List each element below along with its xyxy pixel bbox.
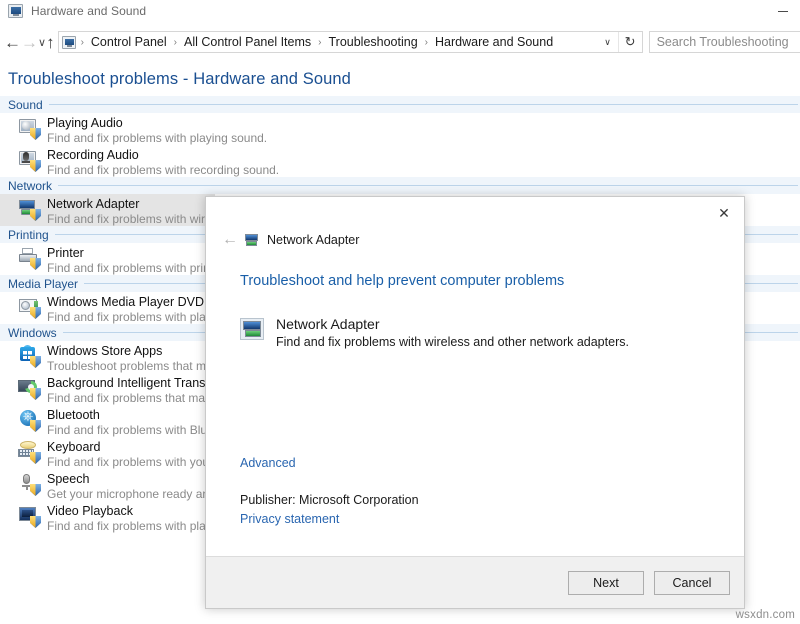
dialog-program-name: Network Adapter <box>276 315 629 333</box>
breadcrumb-separator: › <box>76 37 89 48</box>
advanced-link[interactable]: Advanced <box>240 456 296 470</box>
breadcrumb: › Control Panel › All Control Panel Item… <box>76 35 598 49</box>
close-icon[interactable]: ✕ <box>710 201 738 225</box>
list-item-title: Keyboard <box>47 440 213 455</box>
address-bar[interactable]: › Control Panel › All Control Panel Item… <box>58 31 643 53</box>
section-header-sound: Sound <box>0 96 800 113</box>
video-playback-icon <box>18 505 40 527</box>
breadcrumb-separator: › <box>169 37 182 48</box>
back-button[interactable]: ← <box>4 29 21 55</box>
dialog-body: Troubleshoot and help prevent computer p… <box>206 255 744 556</box>
list-item-title: Printer <box>47 246 213 261</box>
network-adapter-icon <box>18 198 40 220</box>
list-item-recording-audio[interactable]: Recording Audio Find and fix problems wi… <box>0 145 800 177</box>
list-item-description: Get your microphone ready and <box>47 487 216 502</box>
printer-icon <box>18 247 40 269</box>
search-input[interactable]: Search Troubleshooting <box>649 31 800 53</box>
media-player-dvd-icon <box>18 296 40 318</box>
list-item-title: Playing Audio <box>47 116 267 131</box>
section-divider <box>49 104 798 105</box>
list-item-title: Windows Media Player DVD <box>47 295 214 310</box>
list-item-description: Find and fix problems that may <box>47 391 220 406</box>
recording-audio-icon <box>18 149 40 171</box>
breadcrumb-item-troubleshooting[interactable]: Troubleshooting <box>326 35 419 49</box>
navigation-bar: ← → ∨ ↑ › Control Panel › All Control Pa… <box>0 27 800 57</box>
list-item-description: Find and fix problems with your <box>47 455 213 470</box>
title-bar: Hardware and Sound <box>0 0 800 22</box>
list-item-title: Bluetooth <box>47 408 217 423</box>
list-item-title: Windows Store Apps <box>47 344 213 359</box>
up-button[interactable]: ↑ <box>46 29 55 55</box>
dialog-nav: ← Network Adapter <box>206 225 744 255</box>
window-title: Hardware and Sound <box>31 4 146 18</box>
dialog-program-row: Network Adapter Find and fix problems wi… <box>240 315 710 351</box>
list-item-description: Find and fix problems with playi <box>47 310 214 325</box>
troubleshooter-dialog: ✕ ← Network Adapter Troubleshoot and hel… <box>205 196 745 609</box>
section-header-network: Network <box>0 177 800 194</box>
breadcrumb-separator: › <box>313 37 326 48</box>
list-item-title: Background Intelligent Transfer <box>47 376 220 391</box>
playing-audio-icon <box>18 117 40 139</box>
section-label: Media Player <box>0 277 84 291</box>
recent-locations-button[interactable]: ∨ <box>38 29 46 55</box>
cancel-button[interactable]: Cancel <box>654 571 730 595</box>
section-label: Network <box>0 179 58 193</box>
list-item-description: Find and fix problems with playing sound… <box>47 131 267 146</box>
speech-icon <box>18 473 40 495</box>
dialog-nav-title: Network Adapter <box>267 233 359 247</box>
bluetooth-icon <box>18 409 40 431</box>
window-controls <box>766 0 800 22</box>
dialog-back-icon[interactable]: ← <box>216 232 244 248</box>
list-item-description: Find and fix problems with recording sou… <box>47 163 279 178</box>
next-button[interactable]: Next <box>568 571 644 595</box>
minimize-button[interactable] <box>766 0 800 22</box>
list-item-title: Network Adapter <box>47 197 214 212</box>
network-adapter-icon <box>244 233 260 247</box>
breadcrumb-separator: › <box>420 37 433 48</box>
windows-store-icon <box>18 345 40 367</box>
watermark: wsxdn.com <box>736 609 795 621</box>
privacy-statement-link[interactable]: Privacy statement <box>240 512 339 526</box>
chevron-down-icon[interactable]: ∨ <box>598 37 618 48</box>
list-item-title: Speech <box>47 472 216 487</box>
section-divider <box>58 185 798 186</box>
control-panel-icon <box>8 4 23 18</box>
list-item-description: Find and fix problems with playi <box>47 519 214 534</box>
control-panel-window: Hardware and Sound ← → ∨ ↑ › Control Pan… <box>0 0 800 624</box>
section-label: Sound <box>0 98 49 112</box>
publisher-label: Publisher: Microsoft Corporation <box>240 493 419 507</box>
bits-icon <box>18 377 40 399</box>
list-item-title: Recording Audio <box>47 148 279 163</box>
list-item-title: Video Playback <box>47 504 214 519</box>
list-item-description: Find and fix problems with print <box>47 261 213 276</box>
refresh-icon[interactable]: ↻ <box>618 32 642 52</box>
search-placeholder: Search Troubleshooting <box>657 35 789 49</box>
list-item-description: Find and fix problems with Bluet <box>47 423 217 438</box>
list-item-network-adapter[interactable]: Network Adapter Find and fix problems wi… <box>0 194 215 226</box>
list-item-playing-audio[interactable]: Playing Audio Find and fix problems with… <box>0 113 800 145</box>
minimize-icon <box>778 11 788 12</box>
section-label: Printing <box>0 228 55 242</box>
network-adapter-icon <box>240 318 266 342</box>
keyboard-icon <box>18 441 40 463</box>
breadcrumb-item-all-control-panel-items[interactable]: All Control Panel Items <box>182 35 313 49</box>
page-title: Troubleshoot problems - Hardware and Sou… <box>8 70 351 89</box>
breadcrumb-item-control-panel[interactable]: Control Panel <box>89 35 169 49</box>
breadcrumb-item-hardware-and-sound[interactable]: Hardware and Sound <box>433 35 555 49</box>
section-label: Windows <box>0 326 63 340</box>
forward-button[interactable]: → <box>21 29 38 55</box>
list-item-description: Troubleshoot problems that ma <box>47 359 213 374</box>
address-bar-control-panel-icon <box>62 36 76 49</box>
dialog-heading: Troubleshoot and help prevent computer p… <box>240 273 710 289</box>
dialog-footer: Next Cancel <box>206 556 744 608</box>
dialog-program-description: Find and fix problems with wireless and … <box>276 333 629 351</box>
list-item-description: Find and fix problems with wirel <box>47 212 214 227</box>
